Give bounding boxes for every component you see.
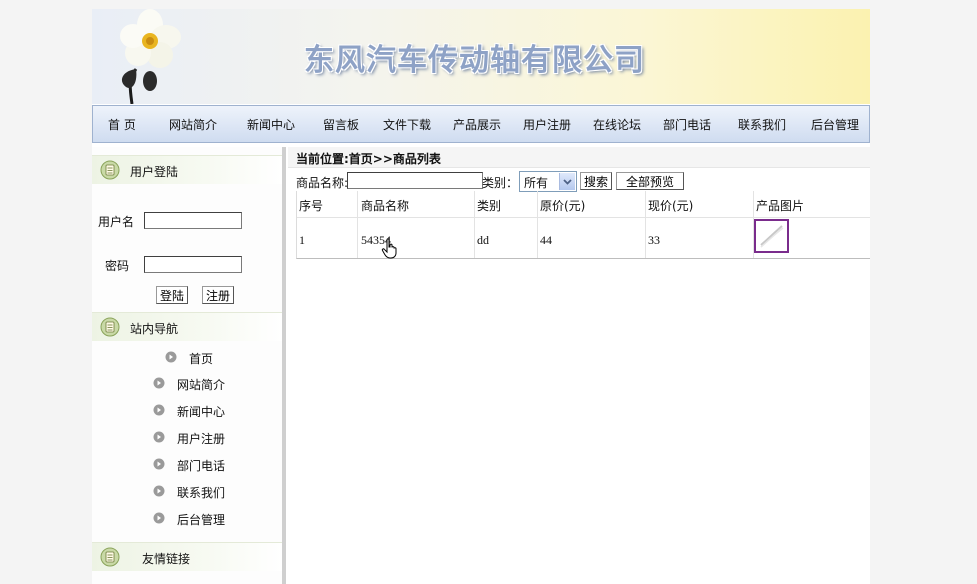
site-nav-item-label: 部门电话 (177, 459, 226, 473)
password-input[interactable] (144, 256, 242, 273)
site-nav-item-register[interactable]: 用户注册 (153, 430, 243, 446)
page-container: 东风汽车传动轴有限公司 首 页 网站简介 新闻中心 留言板 文件下载 产品展示 … (92, 9, 870, 584)
site-nav-item-contact[interactable]: 联系我们 (153, 484, 243, 500)
site-nav-item-site-intro[interactable]: 网站简介 (153, 376, 243, 392)
nav-home[interactable]: 首 页 (108, 116, 136, 133)
nav-forum[interactable]: 在线论坛 (593, 116, 641, 133)
circle-arrow-icon (153, 458, 165, 470)
scroll-icon (100, 160, 120, 180)
site-nav-item-home[interactable]: 首页 (165, 350, 245, 366)
category-select[interactable]: 所有 (519, 171, 577, 192)
nav-downloads[interactable]: 文件下载 (383, 116, 431, 133)
circle-arrow-icon (153, 512, 165, 524)
cell-category: dd (477, 233, 489, 247)
site-nav-item-news[interactable]: 新闻中心 (153, 403, 243, 419)
nav-register[interactable]: 用户注册 (523, 116, 571, 133)
product-thumbnail[interactable] (754, 219, 789, 253)
site-title: 东风汽车传动轴有限公司 (304, 43, 645, 78)
col-header-name: 商品名称 (361, 199, 410, 213)
nav-dept-phone[interactable]: 部门电话 (663, 116, 711, 133)
breadcrumb-text: 当前位置:首页>>商品列表 (296, 152, 441, 166)
category-label: 类别： (482, 176, 519, 190)
product-name-input[interactable] (347, 172, 483, 189)
col-header-current-price: 现价(元) (648, 199, 694, 213)
chevron-down-icon[interactable] (559, 173, 575, 190)
search-button[interactable]: 搜索 (580, 172, 612, 190)
col-header-category: 类别 (477, 199, 502, 213)
site-banner: 东风汽车传动轴有限公司 (92, 9, 870, 104)
links-panel-header: 友情链接 (92, 542, 282, 571)
site-nav-item-label: 联系我们 (177, 486, 226, 500)
scroll-icon (100, 547, 120, 567)
product-name-label: 商品名称: (296, 176, 349, 190)
site-nav-item-label: 新闻中心 (177, 405, 226, 419)
left-sidebar: 用户登陆 用户名 密码 登陆 注册 站内导航 首页 网站简介 新闻中心 用户注册… (92, 147, 286, 584)
links-panel-title: 友情链接 (142, 552, 191, 566)
site-nav-panel-title: 站内导航 (130, 322, 179, 336)
login-panel-header: 用户登陆 (92, 155, 282, 184)
cell-original-price: 44 (540, 233, 552, 247)
circle-arrow-icon (165, 351, 177, 363)
site-nav-item-dept-phone[interactable]: 部门电话 (153, 457, 243, 473)
product-table: 序号 商品名称 类别 原价(元) 现价(元) 产品图片 1 54354 dd 4… (296, 191, 870, 259)
nav-products[interactable]: 产品展示 (453, 116, 501, 133)
username-input[interactable] (144, 212, 242, 229)
circle-arrow-icon (153, 431, 165, 443)
site-nav-item-label: 首页 (189, 352, 214, 366)
site-nav-item-admin[interactable]: 后台管理 (153, 511, 243, 527)
flower-logo-icon (120, 9, 181, 104)
col-header-original-price: 原价(元) (540, 199, 586, 213)
col-header-index: 序号 (299, 199, 324, 213)
main-content: 当前位置:首页>>商品列表 商品名称: 类别： 所有 搜索 全部预览 序号 商品… (288, 147, 870, 584)
cell-index: 1 (299, 233, 305, 247)
site-nav-item-label: 后台管理 (177, 513, 226, 527)
nav-guestbook[interactable]: 留言板 (323, 116, 359, 133)
col-header-image: 产品图片 (756, 199, 805, 213)
username-label: 用户名 (98, 215, 135, 229)
login-button[interactable]: 登陆 (156, 286, 188, 304)
site-nav-item-label: 网站简介 (177, 378, 226, 392)
register-button[interactable]: 注册 (202, 286, 234, 304)
circle-arrow-icon (153, 485, 165, 497)
site-nav-panel-header: 站内导航 (92, 312, 282, 341)
login-panel-title: 用户登陆 (130, 165, 179, 179)
broken-image-icon (760, 225, 784, 248)
category-select-value: 所有 (524, 176, 549, 190)
breadcrumb: 当前位置:首页>>商品列表 (288, 147, 870, 168)
password-label: 密码 (105, 259, 130, 273)
nav-contact[interactable]: 联系我们 (738, 116, 786, 133)
nav-admin[interactable]: 后台管理 (811, 116, 859, 133)
preview-all-button[interactable]: 全部预览 (616, 172, 684, 190)
main-nav: 首 页 网站简介 新闻中心 留言板 文件下载 产品展示 用户注册 在线论坛 部门… (92, 105, 870, 143)
scroll-icon (100, 317, 120, 337)
product-search-bar: 商品名称: 类别： 所有 搜索 全部预览 (288, 169, 870, 192)
nav-site-intro[interactable]: 网站简介 (169, 116, 217, 133)
nav-news[interactable]: 新闻中心 (247, 116, 295, 133)
circle-arrow-icon (153, 377, 165, 389)
circle-arrow-icon (153, 404, 165, 416)
site-nav-item-label: 用户注册 (177, 432, 226, 446)
cell-current-price: 33 (648, 233, 660, 247)
cell-product-name[interactable]: 54354 (361, 233, 391, 248)
